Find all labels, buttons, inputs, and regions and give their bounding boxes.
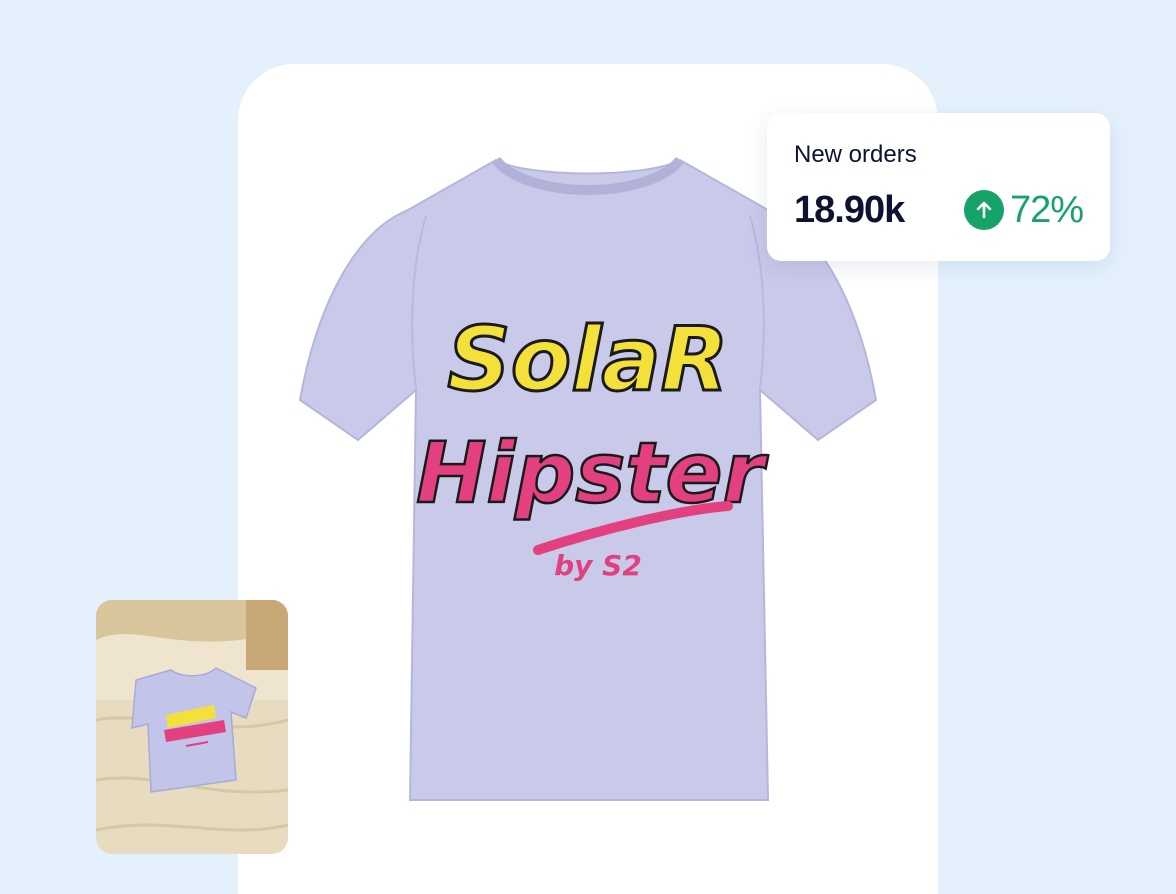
product-thumbnail[interactable] (96, 600, 288, 854)
stat-value: 18.90k (794, 188, 905, 231)
stat-row: 18.90k 72% (794, 187, 1084, 233)
print-line1: SolaR (447, 308, 728, 411)
stat-change-percent: 72% (1009, 188, 1084, 231)
arrow-up-icon (963, 190, 1004, 230)
new-orders-card: New orders 18.90k 72% (767, 113, 1110, 261)
stat-change: 72% (963, 188, 1084, 232)
print-line3: by S2 (554, 549, 642, 582)
stat-title: New orders (794, 141, 917, 168)
